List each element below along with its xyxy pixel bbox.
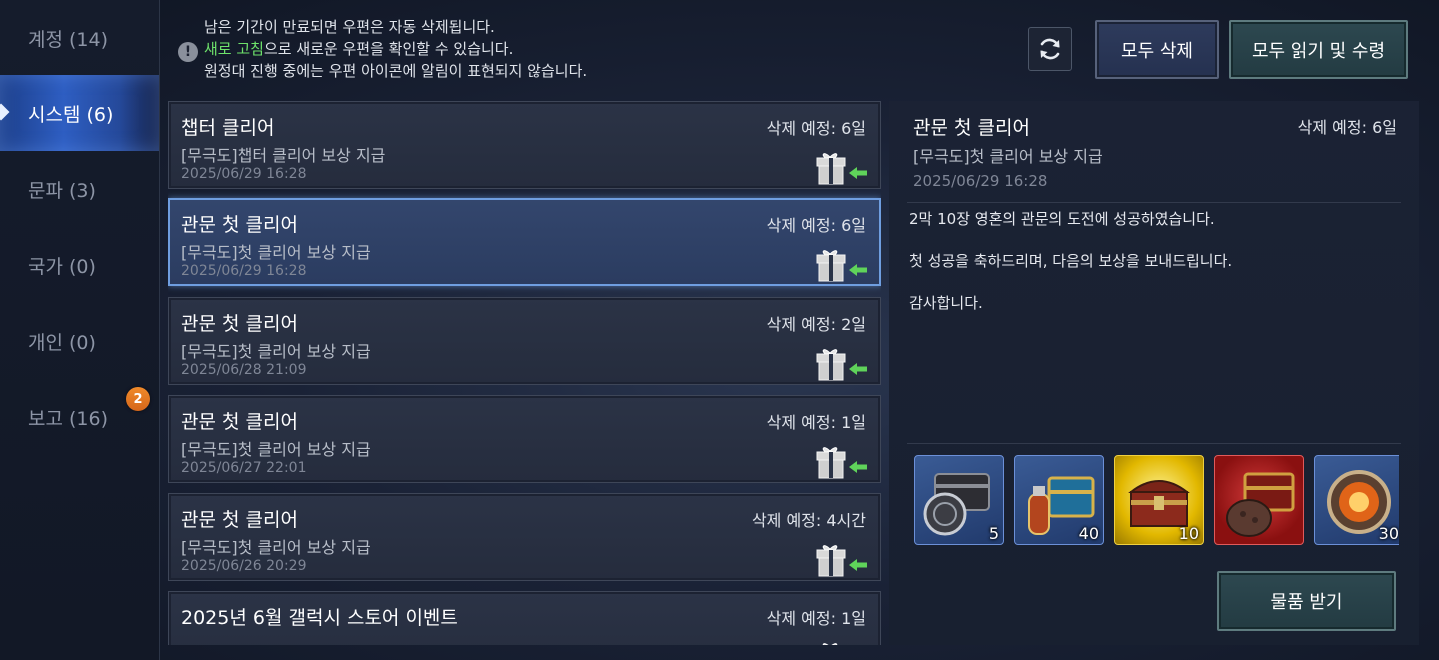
reward-item[interactable]: 40	[1014, 455, 1104, 545]
gift-attachment-icon	[813, 538, 869, 578]
mail-category-sidebar: 계정 (14) 시스템 (6) 문파 (3) 국가 (0) 개인 (0) 보고 …	[0, 0, 160, 660]
mail-title: 챕터 클리어	[181, 117, 275, 139]
mail-subtitle: [무극도]첫 클리어 보상 지급	[181, 440, 371, 459]
refresh-icon	[1040, 38, 1060, 60]
notice-line: 원정대 진행 중에는 우편 아이콘에 알림이 표현되지 않습니다.	[204, 62, 588, 80]
mail-expire: 삭제 예정: 1일	[766, 609, 866, 628]
read-all-receive-button[interactable]: 모두 읽기 및 수령	[1229, 20, 1408, 79]
detail-title: 관문 첫 클리어	[913, 117, 1030, 139]
notice-line: 남은 기간이 만료되면 우편은 자동 삭제됩니다.	[204, 18, 495, 36]
mail-expire: 삭제 예정: 4시간	[751, 511, 866, 530]
reward-count: 10	[1178, 524, 1199, 543]
sidebar-item-label: 국가 (0)	[28, 255, 96, 278]
mail-expire: 삭제 예정: 1일	[766, 413, 866, 432]
sidebar-item-personal[interactable]: 개인 (0)	[0, 303, 159, 379]
notice-line: 새로 고침으로 새로운 우편을 확인할 수 있습니다.	[204, 38, 587, 60]
sidebar-item-label: 계정 (14)	[28, 28, 109, 51]
sidebar-item-system[interactable]: 시스템 (6)	[0, 75, 159, 151]
body-line: 2막 10장 영혼의 관문의 도전에 성공하였습니다.	[909, 210, 1215, 228]
gift-attachment-icon	[813, 342, 869, 382]
red-chest-ore-icon	[1226, 472, 1295, 537]
mail-expire: 삭제 예정: 6일	[766, 216, 866, 235]
gift-attachment-icon	[813, 636, 869, 645]
sidebar-item-account[interactable]: 계정 (14)	[0, 0, 159, 76]
mail-expire: 삭제 예정: 6일	[766, 119, 866, 138]
mail-title: 관문 첫 클리어	[181, 214, 298, 236]
reward-item[interactable]: 30	[1314, 455, 1399, 545]
mail-item-selected[interactable]: 관문 첫 클리어 [무극도]첫 클리어 보상 지급 2025/06/29 16:…	[168, 198, 881, 286]
reward-list: 5 40 10 30	[914, 455, 1399, 547]
mail-date: 2025/06/28 21:09	[181, 362, 307, 378]
notice-text: 으로 새로운 우편을 확인할 수 있습니다.	[263, 40, 514, 58]
mail-item[interactable]: 관문 첫 클리어 [무극도]첫 클리어 보상 지급 2025/06/26 20:…	[168, 493, 881, 581]
mail-subtitle: [무극도]챕터 클리어 보상 지급	[181, 146, 386, 165]
mail-item[interactable]: 관문 첫 클리어 [무극도]첫 클리어 보상 지급 2025/06/28 21:…	[168, 297, 881, 385]
reward-item[interactable]: 5	[914, 455, 1004, 545]
detail-expire: 삭제 예정: 6일	[1297, 118, 1397, 137]
detail-body: 2막 10장 영혼의 관문의 도전에 성공하였습니다. 첫 성공을 축하드리며,…	[909, 208, 1232, 334]
mail-item[interactable]: 챕터 클리어 [무극도]챕터 클리어 보상 지급 2025/06/29 16:2…	[168, 101, 881, 189]
gift-attachment-icon	[813, 440, 869, 480]
mail-date: 2025/06/27 22:01	[181, 460, 307, 476]
divider	[907, 202, 1401, 203]
sidebar-item-label: 개인 (0)	[28, 331, 96, 354]
mail-title: 2025년 6월 갤럭시 스토어 이벤트	[181, 607, 458, 629]
sidebar-item-label: 보고 (16)	[28, 407, 109, 430]
body-line: 감사합니다.	[909, 294, 983, 312]
sidebar-item-nation[interactable]: 국가 (0)	[0, 227, 159, 303]
reward-count: 30	[1378, 524, 1399, 543]
mail-date: 2025/06/29 16:28	[181, 166, 307, 182]
detail-subtitle: [무극도]첫 클리어 보상 지급	[913, 147, 1103, 166]
sidebar-item-clan[interactable]: 문파 (3)	[0, 151, 159, 227]
sidebar-item-label: 시스템 (6)	[28, 103, 114, 126]
mail-detail-panel: 관문 첫 클리어 삭제 예정: 6일 [무극도]첫 클리어 보상 지급 2025…	[889, 101, 1419, 645]
mail-item[interactable]: 2025년 6월 갤럭시 스토어 이벤트 삭제 예정: 1일	[168, 591, 881, 645]
mail-subtitle: [무극도]첫 클리어 보상 지급	[181, 538, 371, 557]
mail-title: 관문 첫 클리어	[181, 411, 298, 433]
detail-date: 2025/06/29 16:28	[913, 172, 1048, 190]
reward-count: 40	[1078, 524, 1099, 543]
reward-count: 5	[988, 524, 999, 543]
notification-badge: 2	[126, 387, 150, 411]
gift-attachment-icon	[813, 146, 869, 186]
divider	[907, 443, 1401, 444]
body-line: 첫 성공을 축하드리며, 다음의 보상을 보내드립니다.	[909, 252, 1233, 270]
mail-item[interactable]: 관문 첫 클리어 [무극도]첫 클리어 보상 지급 2025/06/27 22:…	[168, 395, 881, 483]
mail-date: 2025/06/29 16:28	[181, 263, 307, 279]
sidebar-item-label: 문파 (3)	[28, 179, 96, 202]
refresh-highlight: 새로 고침	[204, 40, 264, 58]
receive-items-button[interactable]: 물품 받기	[1217, 571, 1396, 631]
mail-title: 관문 첫 클리어	[181, 313, 298, 335]
mail-date: 2025/06/26 20:29	[181, 558, 307, 574]
mail-subtitle: [무극도]첫 클리어 보상 지급	[181, 243, 371, 262]
info-icon: !	[178, 42, 198, 62]
mail-expire: 삭제 예정: 2일	[766, 315, 866, 334]
delete-all-button[interactable]: 모두 삭제	[1095, 20, 1219, 79]
reward-item[interactable]: 10	[1114, 455, 1204, 545]
refresh-button[interactable]	[1028, 27, 1072, 71]
active-marker-icon	[0, 103, 10, 121]
reward-item[interactable]	[1214, 455, 1304, 545]
gift-attachment-icon	[813, 243, 869, 283]
mail-subtitle: [무극도]첫 클리어 보상 지급	[181, 342, 371, 361]
mail-list[interactable]: 챕터 클리어 [무극도]챕터 클리어 보상 지급 2025/06/29 16:2…	[168, 101, 881, 645]
mail-title: 관문 첫 클리어	[181, 509, 298, 531]
